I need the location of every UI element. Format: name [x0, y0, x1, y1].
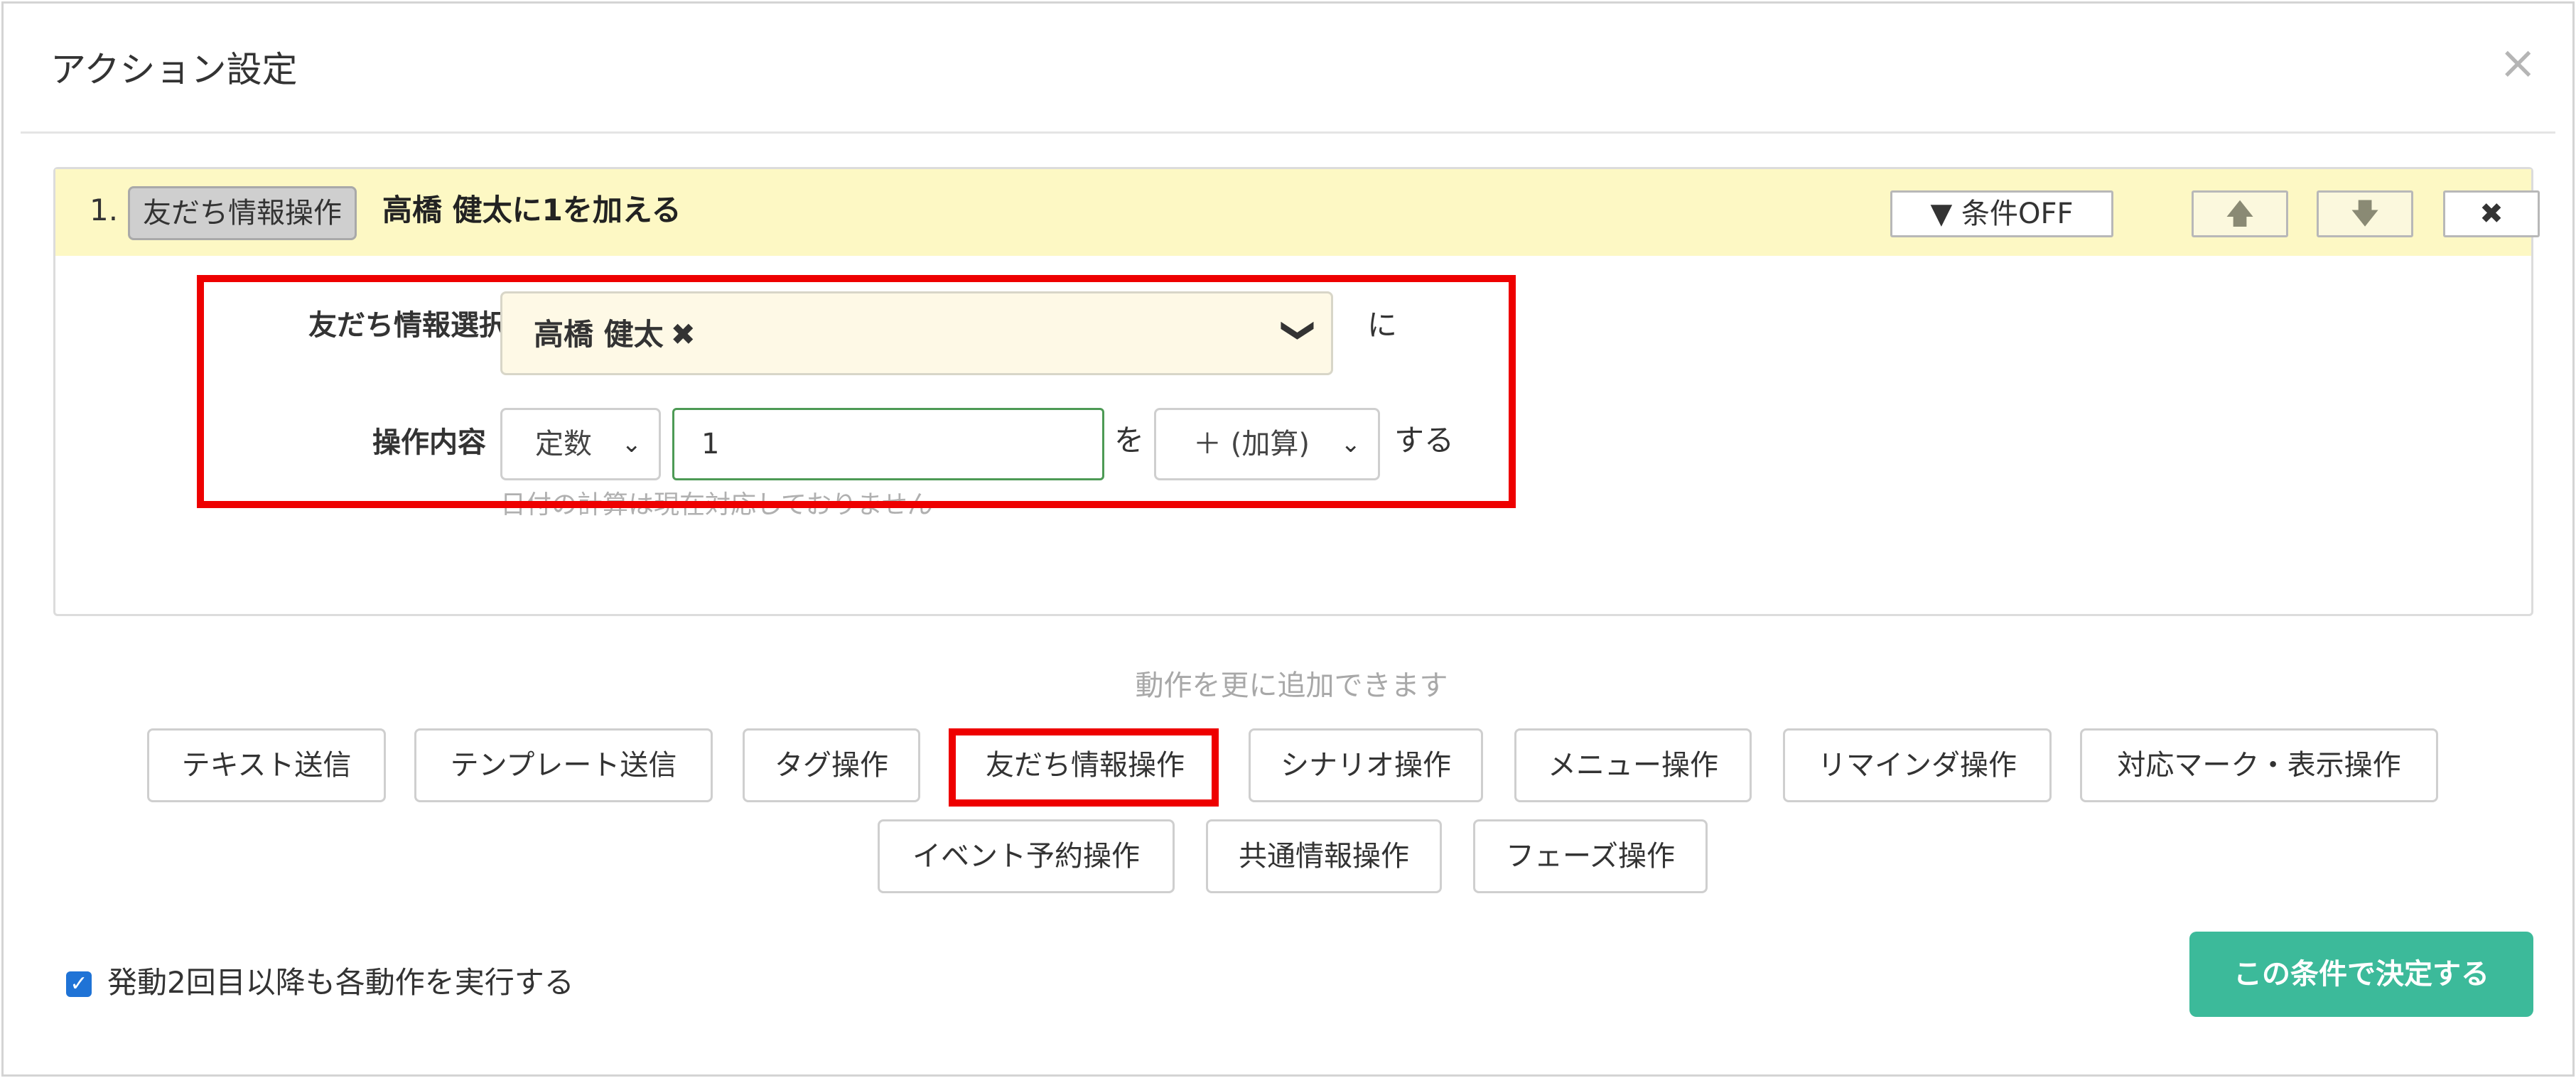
confirm-condition-button[interactable]: この条件で決定する: [2189, 932, 2533, 1017]
close-icon[interactable]: ×: [2499, 35, 2537, 92]
move-up-button[interactable]: 🡅: [2192, 190, 2288, 237]
action-card-header: 1. 友だち情報操作 高橋 健太に1を加える ▼ 条件OFF 🡅 🡇 ✖: [55, 169, 2540, 256]
move-down-button[interactable]: 🡇: [2317, 190, 2413, 237]
modal-title: アクション設定: [50, 49, 298, 90]
add-mark-display-operation-button[interactable]: 対応マーク・表示操作: [2080, 728, 2438, 802]
highlight-box-form: [197, 275, 1516, 508]
add-event-booking-operation-button[interactable]: イベント予約操作: [878, 819, 1175, 893]
add-tag-operation-button[interactable]: タグ操作: [743, 728, 920, 802]
action-settings-modal: アクション設定 × 1. 友だち情報操作 高橋 健太に1を加える ▼ 条件OFF…: [1, 1, 2575, 1077]
filter-icon: ▼: [1930, 198, 1953, 230]
arrow-down-icon: 🡇: [2350, 198, 2380, 230]
add-text-send-button[interactable]: テキスト送信: [147, 728, 386, 802]
action-number: 1.: [90, 193, 119, 227]
repeat-execution-checkbox[interactable]: ✓: [66, 971, 92, 997]
action-summary: 高橋 健太に1を加える: [382, 193, 681, 227]
add-template-send-button[interactable]: テンプレート送信: [414, 728, 713, 802]
arrow-up-icon: 🡅: [2225, 198, 2255, 230]
delete-icon: ✖: [2479, 198, 2504, 230]
add-menu-operation-button[interactable]: メニュー操作: [1514, 728, 1752, 802]
check-icon: ✓: [70, 971, 88, 996]
header-divider: [21, 131, 2555, 134]
action-type-badge: 友だち情報操作: [128, 186, 357, 240]
repeat-execution-label: 発動2回目以降も各動作を実行する: [107, 965, 574, 1000]
delete-action-button[interactable]: ✖: [2443, 190, 2540, 237]
highlight-box-friend-info-button: [949, 728, 1219, 807]
condition-toggle-button[interactable]: ▼ 条件OFF: [1890, 190, 2113, 237]
add-common-info-operation-button[interactable]: 共通情報操作: [1206, 819, 1442, 893]
add-scenario-operation-button[interactable]: シナリオ操作: [1249, 728, 1483, 802]
add-action-hint: 動作を更に追加できます: [1135, 669, 1448, 702]
add-phase-operation-button[interactable]: フェーズ操作: [1473, 819, 1708, 893]
condition-toggle-label: 条件OFF: [1961, 198, 2074, 230]
add-reminder-operation-button[interactable]: リマインダ操作: [1783, 728, 2052, 802]
